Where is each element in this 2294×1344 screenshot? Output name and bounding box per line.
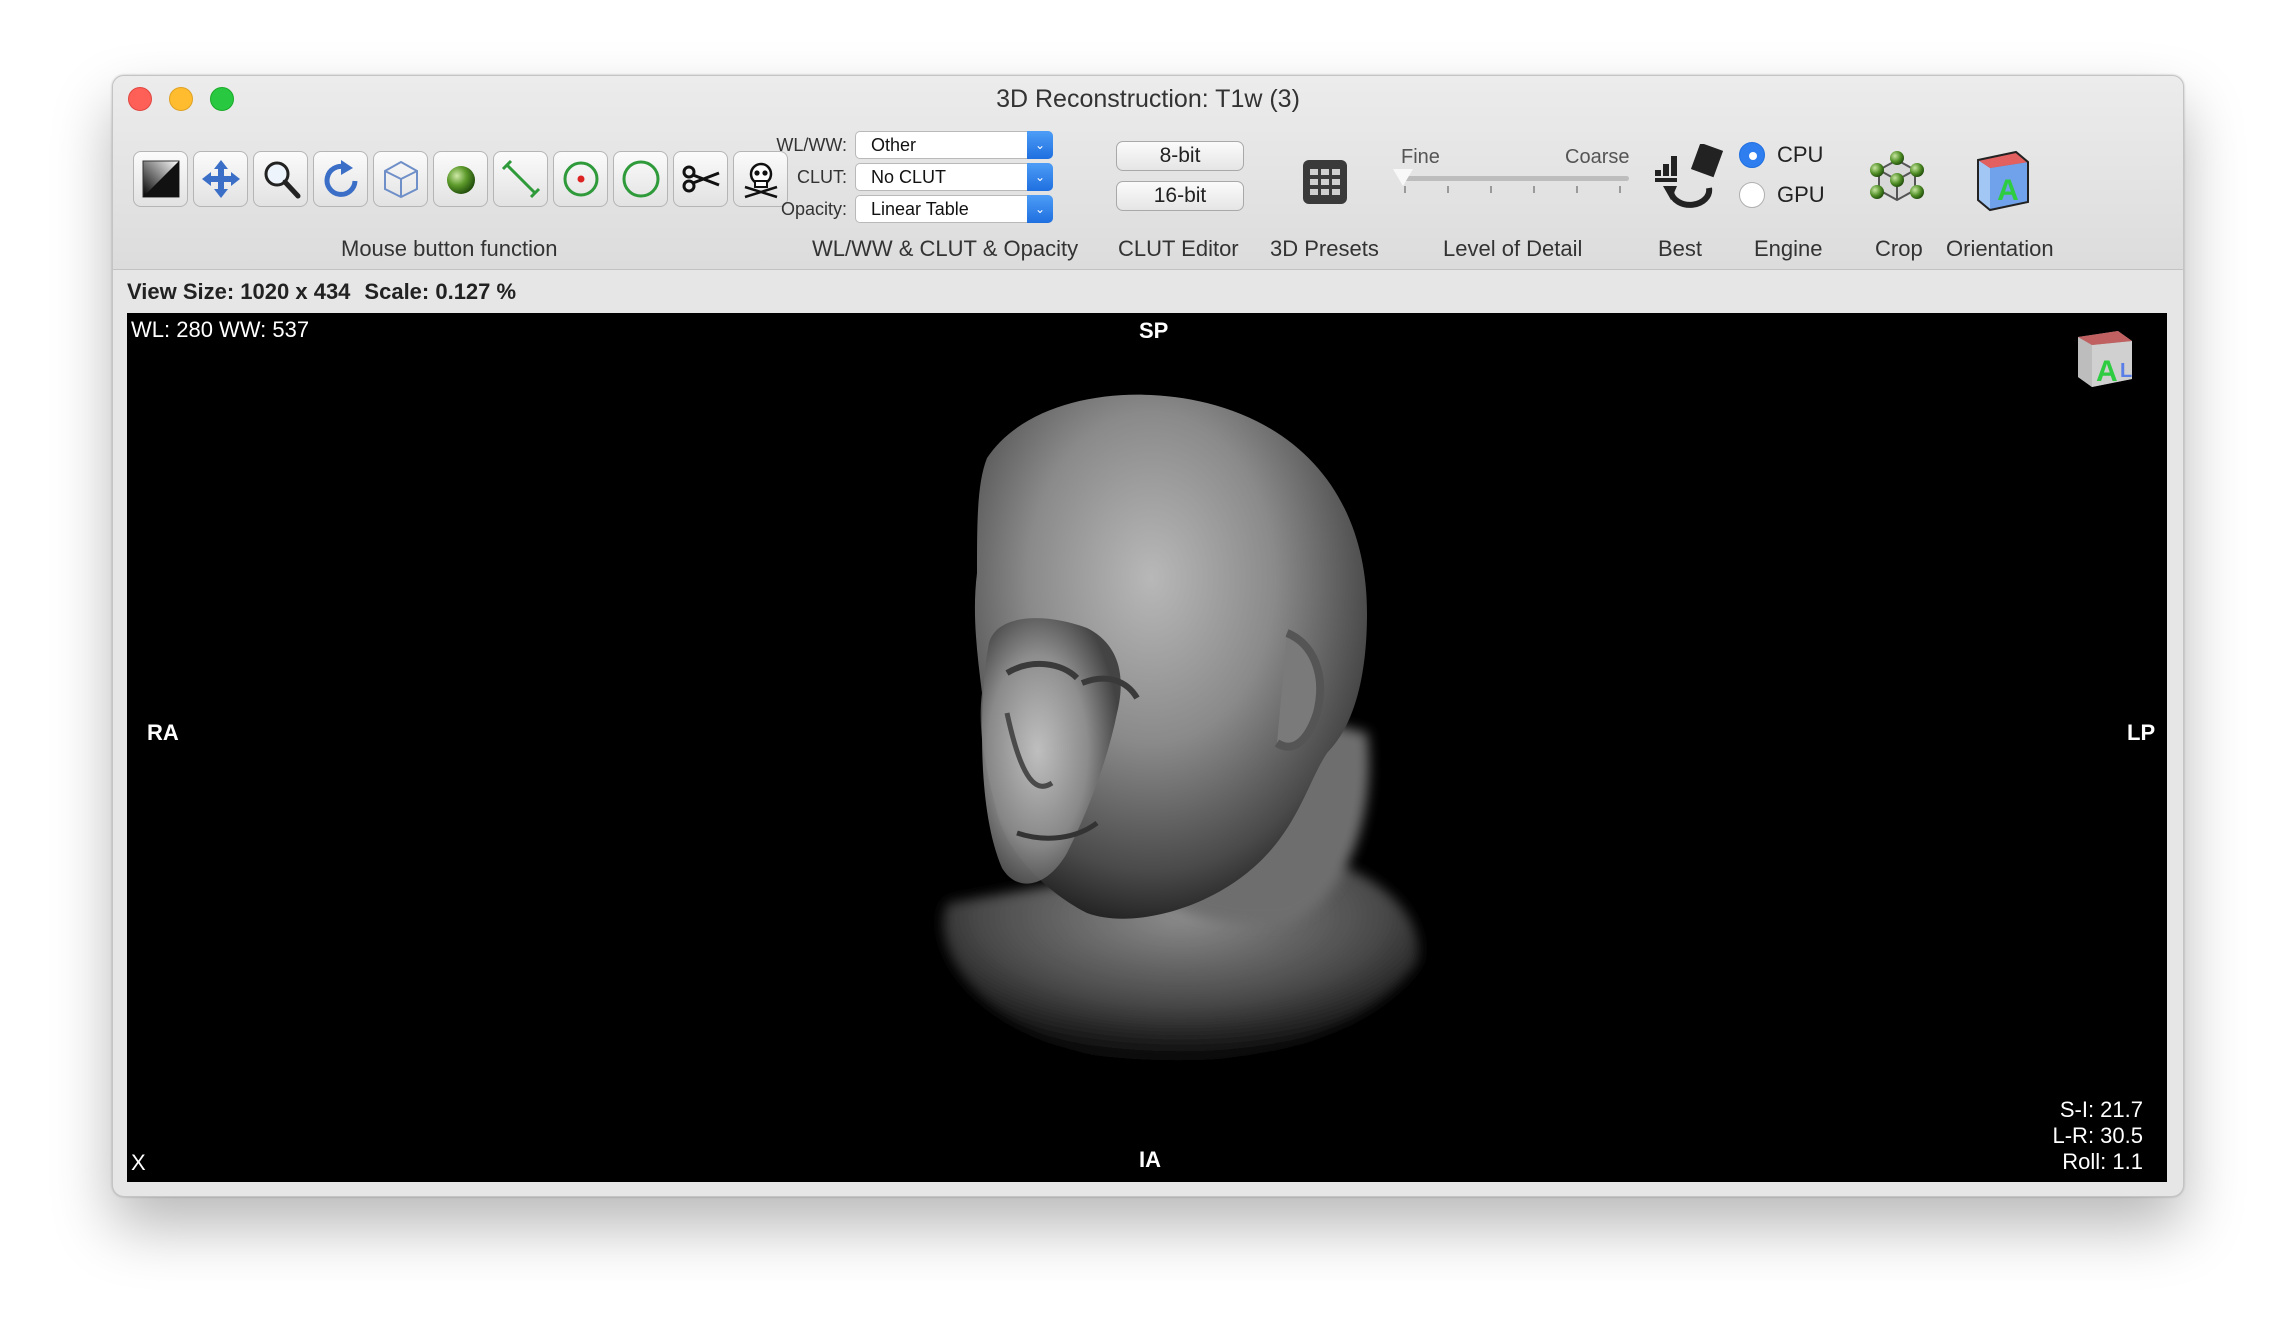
scale: Scale: 0.127 % xyxy=(364,279,517,304)
opacity-value: Linear Table xyxy=(871,199,969,219)
lod-label: Level of Detail xyxy=(1443,236,1583,261)
orientation-right-label: LP xyxy=(2127,720,2156,745)
cube-outline-icon xyxy=(383,160,418,199)
wl-select[interactable]: Other ⌄ xyxy=(855,131,1053,159)
wl-value: Other xyxy=(871,135,917,155)
chevron-down-icon: ⌄ xyxy=(1027,163,1053,191)
volume-rendering-head xyxy=(943,394,1419,1062)
svg-text:A: A xyxy=(2096,355,2118,388)
corner-x-label: X xyxy=(131,1150,146,1175)
magnifier-icon xyxy=(264,161,300,199)
mouse-tools-label: Mouse button function xyxy=(341,236,558,261)
status-bar: View Size: 1020 x 434 Scale: 0.127 % xyxy=(127,279,530,305)
engine-label: Engine xyxy=(1754,236,1823,261)
cpu-radio-row[interactable]: CPU xyxy=(1739,142,1823,168)
cpu-radio[interactable] xyxy=(1739,142,1765,168)
8-bit-button[interactable]: 8-bit xyxy=(1116,141,1244,171)
target-point-icon xyxy=(563,161,598,197)
pan-tool[interactable] xyxy=(193,151,248,207)
app-window: 3D Reconstruction: T1w (3) Mouse button … xyxy=(112,75,2184,1197)
lod-slider-track[interactable] xyxy=(1403,176,1629,181)
green-sphere-icon xyxy=(446,166,475,194)
16-bit-button[interactable]: 16-bit xyxy=(1116,181,1244,211)
orientation-bottom-label: IA xyxy=(1139,1147,1161,1172)
si-readout: S-I: 21.7 xyxy=(2059,1097,2143,1122)
roll-readout: Roll: 1.1 xyxy=(2062,1149,2143,1174)
best-label: Best xyxy=(1658,236,1703,261)
lr-readout: L-R: 30.5 xyxy=(2052,1123,2144,1148)
wl-label: WL/WW: xyxy=(776,134,847,155)
circle-outline-icon xyxy=(622,160,659,198)
orientation-button[interactable]: A xyxy=(1970,146,2034,217)
toolbar: 3D Reconstruction: T1w (3) Mouse button … xyxy=(113,76,2183,270)
oval-tool[interactable] xyxy=(613,151,668,207)
slider-tick xyxy=(1619,186,1621,193)
gpu-radio-row[interactable]: GPU xyxy=(1739,182,1825,208)
chevron-down-icon: ⌄ xyxy=(1027,131,1053,159)
gpu-radio[interactable] xyxy=(1739,182,1765,208)
3d-viewport[interactable]: WL: 280 WW: 537 SP IA RA LP X S-I: 21.7 … xyxy=(127,313,2167,1182)
zoom-tool[interactable] xyxy=(253,151,308,207)
rotate-icon xyxy=(324,160,357,197)
window-title: 3D Reconstruction: T1w (3) xyxy=(996,85,1300,113)
slider-tick xyxy=(1490,186,1492,193)
svg-text:L: L xyxy=(2120,360,2132,382)
fine-label: Fine xyxy=(1401,146,1440,168)
move-arrows-icon xyxy=(201,160,240,198)
clut-label: CLUT: xyxy=(796,166,847,187)
grid-presets-icon xyxy=(1303,160,1347,204)
orientation-cube-overlay-icon: A L xyxy=(2078,331,2132,388)
lod-slider-thumb[interactable] xyxy=(1393,169,1413,186)
crop-label: Crop xyxy=(1875,236,1923,261)
best-button[interactable] xyxy=(1653,142,1724,213)
mouse-tool-group xyxy=(133,151,788,207)
orientation-label: Orientation xyxy=(1946,236,2054,261)
ruler-line-icon xyxy=(501,159,540,199)
orientation-cube-icon: A xyxy=(1977,150,2029,212)
slider-tick xyxy=(1533,186,1535,193)
wl-ww-overlay: WL: 280 WW: 537 xyxy=(131,317,310,342)
window-level-tool[interactable] xyxy=(133,151,188,207)
contrast-icon xyxy=(142,160,179,198)
crop-cube-icon xyxy=(1870,151,1924,202)
best-quality-icon xyxy=(1655,142,1724,208)
slider-tick xyxy=(1447,186,1449,193)
clut-editor-label: CLUT Editor xyxy=(1118,236,1239,261)
svg-text:A: A xyxy=(1997,174,2019,207)
view-size: View Size: 1020 x 434 xyxy=(127,279,351,304)
crop-button[interactable] xyxy=(1865,146,1929,215)
opacity-label: Opacity: xyxy=(780,198,847,219)
cpu-label: CPU xyxy=(1777,142,1824,167)
point-tool[interactable] xyxy=(553,151,608,207)
wl-row: WL/WW: Other ⌄ xyxy=(773,131,1053,159)
scissors-tool[interactable] xyxy=(673,151,728,207)
coarse-label: Coarse xyxy=(1565,146,1630,168)
scissors-icon xyxy=(682,165,720,193)
slider-tick xyxy=(1576,186,1578,193)
clut-value: No CLUT xyxy=(871,167,947,187)
measure-tool[interactable] xyxy=(493,151,548,207)
gpu-label: GPU xyxy=(1777,182,1825,207)
orientation-top-label: SP xyxy=(1139,318,1169,343)
wl-group-label: WL/WW & CLUT & Opacity xyxy=(812,236,1079,261)
chevron-down-icon: ⌄ xyxy=(1027,195,1053,223)
presets-button[interactable] xyxy=(1301,158,1349,211)
presets-label: 3D Presets xyxy=(1270,236,1379,261)
clut-row: CLUT: No CLUT ⌄ xyxy=(773,163,1053,191)
orientation-left-label: RA xyxy=(147,720,179,745)
3d-rotate-tool[interactable] xyxy=(373,151,428,207)
sphere-tool[interactable] xyxy=(433,151,488,207)
clut-select[interactable]: No CLUT ⌄ xyxy=(855,163,1053,191)
slider-tick xyxy=(1404,186,1406,193)
rotate-tool[interactable] xyxy=(313,151,368,207)
opacity-row: Opacity: Linear Table ⌄ xyxy=(773,195,1053,223)
opacity-select[interactable]: Linear Table ⌄ xyxy=(855,195,1053,223)
